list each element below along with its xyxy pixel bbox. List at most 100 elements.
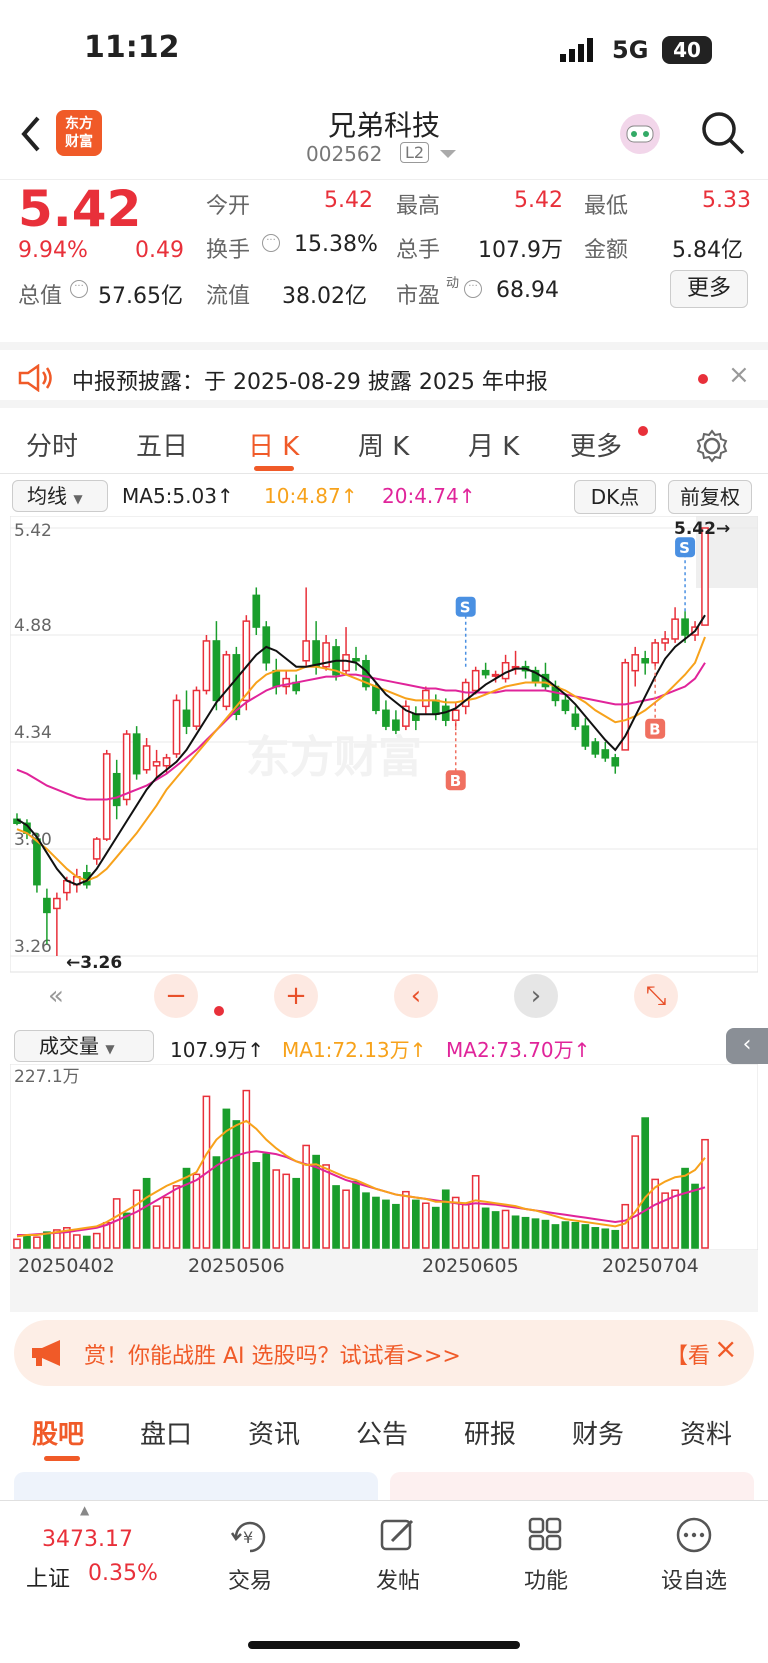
pe-value: 68.94 — [496, 278, 559, 303]
fullscreen-icon[interactable]: ⤡ — [634, 974, 678, 1018]
candle — [192, 689, 201, 727]
candle — [212, 640, 221, 702]
tab-more[interactable]: 更多 — [570, 426, 622, 463]
zoom-in-button[interactable]: + — [274, 974, 318, 1018]
candle — [102, 753, 111, 840]
robot-avatar-icon[interactable] — [616, 110, 664, 158]
candle — [681, 618, 689, 636]
candle — [421, 689, 430, 708]
candle — [202, 640, 211, 692]
watermark: 东方财富 — [246, 732, 422, 783]
banner-tail: 【看 — [666, 1344, 711, 1369]
settings-gear-icon[interactable] — [694, 428, 730, 464]
banner-close-icon[interactable]: × — [714, 1332, 737, 1365]
y-tick-label: 5.42 — [14, 521, 52, 541]
bottom-toolbar: ▲ 3473.17 上证 0.35% ¥ 交易 发帖 功能 设自选 — [0, 1500, 768, 1663]
candle — [591, 741, 600, 755]
volume-bar — [172, 1185, 181, 1249]
volume-bar — [691, 1183, 699, 1249]
tab-ziliao[interactable]: 资料 — [680, 1414, 732, 1451]
index-change: 0.35% — [88, 1561, 158, 1586]
candle — [661, 638, 669, 644]
volume-value-label: 107.9万↑ — [170, 1038, 265, 1062]
tab-fenshi[interactable]: 分时 — [26, 426, 78, 463]
volume-bar — [451, 1196, 460, 1249]
candle — [471, 669, 480, 692]
volume-bar — [142, 1177, 151, 1249]
volume-bar — [431, 1206, 440, 1249]
tab-caiwu[interactable]: 财务 — [572, 1414, 624, 1451]
candle — [491, 673, 500, 677]
indicator-dropdown[interactable]: 均线 ▼ — [12, 480, 108, 512]
signal-icon — [560, 38, 593, 62]
tab-yuek[interactable]: 月 K — [468, 426, 519, 463]
tab-rik[interactable]: 日 K — [248, 426, 299, 463]
network-label: 5G — [612, 36, 649, 64]
dropdown-caret-icon[interactable] — [440, 150, 456, 160]
tab-yanbao[interactable]: 研报 — [464, 1414, 516, 1451]
x-axis-label: 20250704 — [602, 1255, 699, 1277]
candle — [352, 658, 360, 662]
index-name: 上证 — [26, 1567, 71, 1592]
index-value[interactable]: 3473.17 — [42, 1527, 133, 1552]
volume-bar — [342, 1189, 350, 1249]
next-button[interactable]: › — [514, 974, 558, 1018]
adjust-button[interactable]: 前复权 — [668, 480, 752, 514]
info-dots-icon[interactable]: ··· — [70, 280, 88, 298]
trade-button[interactable]: ¥ 交易 — [200, 1515, 300, 1595]
candle — [262, 626, 271, 664]
candle — [252, 594, 261, 628]
tab-pankou[interactable]: 盘口 — [140, 1414, 192, 1451]
notice-bar[interactable]: 中报预披露：于 2025-08-29 披露 2025 年中报 × — [0, 342, 768, 408]
add-watchlist-button[interactable]: 设自选 — [644, 1515, 744, 1595]
rewind-button[interactable]: « — [34, 974, 78, 1018]
open-value: 5.42 — [324, 188, 373, 213]
volume-bar — [212, 1156, 221, 1249]
battery-icon: 40 — [662, 36, 712, 64]
tab-gonggao[interactable]: 公告 — [356, 1414, 408, 1451]
search-icon[interactable] — [700, 110, 746, 156]
collapse-panel-button[interactable]: ‹ — [726, 1028, 768, 1064]
quote-panel: 5.42 9.94% 0.49 总值 ··· 57.65亿 今开 5.42 最高… — [0, 180, 768, 340]
volume-bar — [182, 1167, 191, 1249]
volume-bar — [591, 1227, 600, 1249]
more-button[interactable]: 更多 — [670, 270, 748, 308]
zoom-out-button[interactable]: − — [154, 974, 198, 1018]
volume-bar — [621, 1203, 630, 1249]
tab-zixun[interactable]: 资讯 — [248, 1414, 300, 1451]
tab-guba[interactable]: 股吧 — [32, 1414, 84, 1451]
candlestick-chart[interactable]: 5.424.884.343.803.26东方财富5.42→←3.26SSBB — [10, 516, 758, 1026]
signal-label: S — [679, 539, 690, 557]
expand-caret-icon[interactable]: ▲ — [80, 1503, 89, 1517]
volume-chart[interactable]: 227.1万 20250402 20250506 20250605 20250704 — [10, 1064, 758, 1312]
close-icon[interactable]: × — [728, 360, 750, 390]
promo-banner[interactable]: 赏！你能战胜 AI 选股吗？试试看>>> 【看 × — [14, 1320, 754, 1386]
pe-info-icon[interactable]: ··· — [464, 280, 482, 298]
volume-bar — [112, 1198, 121, 1249]
tab-zhouk[interactable]: 周 K — [358, 426, 409, 463]
subtab-underline — [44, 1456, 80, 1461]
grid-icon — [528, 1517, 562, 1551]
ma-indicator-bar: 均线 ▼ MA5:5.03↑ 10:4.87↑ 20:4.74↑ DK点 前复权 — [0, 476, 768, 516]
volume-dropdown[interactable]: 成交量 ▼ — [14, 1030, 154, 1062]
candle — [611, 757, 620, 767]
dk-button[interactable]: DK点 — [574, 480, 656, 514]
y-tick-label: 4.88 — [14, 616, 52, 636]
volume-bar — [92, 1232, 101, 1249]
edit-icon — [380, 1519, 414, 1551]
volume-bar — [192, 1173, 201, 1249]
volume-bar — [13, 1238, 21, 1249]
prev-button[interactable]: ‹ — [394, 974, 438, 1018]
volume-bar — [501, 1209, 510, 1249]
change-percent: 9.94% — [18, 238, 88, 263]
low-label: 最低 — [584, 194, 629, 219]
stock-code: 002562 — [306, 142, 383, 166]
candle — [182, 709, 191, 727]
candle — [132, 733, 141, 775]
functions-button[interactable]: 功能 — [496, 1515, 596, 1595]
tab-wuri[interactable]: 五日 — [136, 426, 188, 463]
float-label: 流值 — [206, 284, 251, 309]
open-label: 今开 — [206, 194, 251, 219]
turnover-info-icon[interactable]: ··· — [262, 234, 280, 252]
post-button[interactable]: 发帖 — [348, 1515, 448, 1595]
